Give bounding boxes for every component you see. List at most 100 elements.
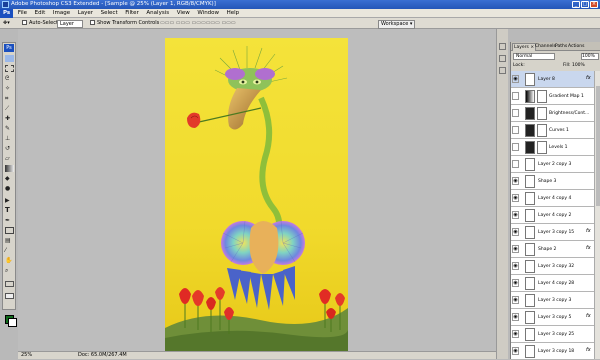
layer-row[interactable]: Gradient Map 1 bbox=[511, 88, 594, 105]
layers-list[interactable]: ◉ Layer 8 fx Gradient Map 1 Brightness/Cont.… bbox=[511, 71, 600, 360]
layer-row[interactable]: ◉ Layer 4 copy 28 bbox=[511, 275, 594, 292]
layer-row[interactable]: ◉ Layer 3 copy 15 fx bbox=[511, 224, 594, 241]
layer-row[interactable]: Levels 1 bbox=[511, 139, 594, 156]
visibility-eye-icon[interactable]: ◉ bbox=[512, 279, 519, 287]
visibility-eye-icon[interactable] bbox=[512, 126, 519, 134]
menu-edit[interactable]: Edit bbox=[32, 9, 49, 18]
layer-name: Layer 3 copy 3 bbox=[538, 298, 572, 303]
history-brush-icon[interactable]: ↺ bbox=[5, 145, 14, 152]
layer-row[interactable]: Layer 2 copy 3 bbox=[511, 156, 594, 173]
layer-row[interactable]: Curves 1 bbox=[511, 122, 594, 139]
slice-tool-icon[interactable]: ⟋ bbox=[5, 105, 14, 112]
eraser-tool-icon[interactable]: ▱ bbox=[5, 155, 14, 162]
layer-effects-icon[interactable]: fx bbox=[586, 347, 591, 353]
layer-row[interactable]: ◉ Shape 3 bbox=[511, 173, 594, 190]
workspace-button[interactable]: Workspace ▾ bbox=[378, 20, 416, 29]
layer-row[interactable]: ◉ Layer 3 copy 3 bbox=[511, 292, 594, 309]
visibility-eye-icon[interactable]: ◉ bbox=[512, 262, 519, 270]
app-menu-badge[interactable]: Ps bbox=[0, 9, 14, 18]
layer-row[interactable]: ◉ Shape 2 fx bbox=[511, 241, 594, 258]
layer-thumbnail bbox=[525, 124, 535, 137]
notes-tool-icon[interactable]: ▤ bbox=[5, 237, 14, 244]
layer-row[interactable]: ◉ Layer 4 copy 4 bbox=[511, 190, 594, 207]
layers-scroll-thumb[interactable] bbox=[596, 86, 600, 206]
eyedropper-tool-icon[interactable]: ⁄ bbox=[5, 247, 14, 254]
move-tool-icon[interactable]: ✥▾ bbox=[3, 20, 10, 27]
menu-select[interactable]: Select bbox=[98, 9, 121, 18]
shape-tool-icon[interactable] bbox=[5, 227, 14, 234]
menu-filter[interactable]: Filter bbox=[122, 9, 142, 18]
menu-layer[interactable]: Layer bbox=[75, 9, 96, 18]
visibility-eye-icon[interactable]: ◉ bbox=[512, 313, 519, 321]
dodge-tool-icon[interactable]: ● bbox=[5, 185, 14, 192]
visibility-eye-icon[interactable]: ◉ bbox=[512, 245, 519, 253]
blend-mode-select[interactable]: Normal bbox=[513, 53, 555, 60]
menu-window[interactable]: Window bbox=[194, 9, 222, 18]
layer-row[interactable]: Brightness/Cont... bbox=[511, 105, 594, 122]
healing-brush-icon[interactable]: ✚ bbox=[5, 115, 14, 122]
pen-tool-icon[interactable]: ✒ bbox=[5, 217, 14, 224]
visibility-eye-icon[interactable] bbox=[512, 160, 519, 168]
layer-effects-icon[interactable]: fx bbox=[586, 313, 591, 319]
background-color-swatch[interactable] bbox=[8, 318, 17, 327]
visibility-eye-icon[interactable]: ◉ bbox=[512, 330, 519, 338]
lasso-tool-icon[interactable]: ᘓ bbox=[5, 75, 14, 82]
layer-row[interactable]: ◉ Layer 3 copy 18 fx bbox=[511, 343, 594, 360]
path-selection-icon[interactable]: ▶ bbox=[5, 197, 14, 204]
layer-effects-icon[interactable]: fx bbox=[586, 75, 591, 81]
layer-row[interactable]: ◉ Layer 4 copy 2 bbox=[511, 207, 594, 224]
visibility-eye-icon[interactable]: ◉ bbox=[512, 177, 519, 185]
visibility-eye-icon[interactable]: ◉ bbox=[512, 75, 519, 83]
zoom-tool-icon[interactable]: ⌕ bbox=[5, 267, 14, 274]
document-size[interactable]: Doc: 65.0M/267.4M bbox=[78, 352, 127, 359]
quick-mask-icon[interactable] bbox=[5, 281, 14, 287]
blur-tool-icon[interactable]: ◆ bbox=[5, 175, 14, 182]
layer-row[interactable]: ◉ Layer 3 copy 25 bbox=[511, 326, 594, 343]
zoom-level[interactable]: 25% bbox=[21, 352, 32, 359]
auto-select-dropdown[interactable]: Layer bbox=[57, 20, 83, 28]
fill-field[interactable]: Fill: 100% bbox=[563, 62, 585, 69]
menu-help[interactable]: Help bbox=[224, 9, 243, 18]
auto-select-checkbox[interactable] bbox=[22, 20, 27, 25]
hand-tool-icon[interactable]: ✋ bbox=[5, 257, 14, 264]
brush-tool-icon[interactable]: ✎ bbox=[5, 125, 14, 132]
navigator-icon[interactable] bbox=[499, 43, 506, 50]
visibility-eye-icon[interactable]: ◉ bbox=[512, 228, 519, 236]
info-icon[interactable] bbox=[499, 67, 506, 74]
layer-row[interactable]: ◉ Layer 3 copy 5 fx bbox=[511, 309, 594, 326]
menu-file[interactable]: File bbox=[15, 9, 30, 18]
layer-effects-icon[interactable]: fx bbox=[586, 245, 591, 251]
layer-row[interactable]: ◉ Layer 8 fx bbox=[511, 71, 594, 88]
show-transform-checkbox[interactable] bbox=[90, 20, 95, 25]
minimize-button[interactable]: _ bbox=[572, 1, 580, 8]
layer-effects-icon[interactable]: fx bbox=[586, 228, 591, 234]
layers-scrollbar[interactable] bbox=[594, 71, 600, 359]
histogram-icon[interactable] bbox=[499, 55, 506, 62]
visibility-eye-icon[interactable]: ◉ bbox=[512, 211, 519, 219]
magic-wand-icon[interactable]: ✧ bbox=[5, 85, 14, 92]
visibility-eye-icon[interactable]: ◉ bbox=[512, 347, 519, 355]
maximize-button[interactable]: □ bbox=[581, 1, 589, 8]
move-tool-icon[interactable] bbox=[5, 55, 14, 62]
clone-stamp-icon[interactable]: ⊥ bbox=[5, 135, 14, 142]
screen-mode-icon[interactable] bbox=[5, 293, 14, 299]
menu-analysis[interactable]: Analysis bbox=[143, 9, 172, 18]
visibility-eye-icon[interactable] bbox=[512, 92, 519, 100]
close-button[interactable]: × bbox=[590, 1, 598, 8]
type-tool-icon[interactable]: T bbox=[5, 207, 14, 214]
menu-view[interactable]: View bbox=[174, 9, 193, 18]
tab-actions[interactable]: Actions bbox=[567, 43, 585, 50]
marquee-tool-icon[interactable] bbox=[5, 65, 14, 72]
gradient-tool-icon[interactable] bbox=[5, 165, 14, 172]
layer-row[interactable]: ◉ Layer 3 copy 32 bbox=[511, 258, 594, 275]
align-icons[interactable]: ▭▭▭ ▭▭▭ ▭▭▭▭▭▭ ▭▭▭ bbox=[160, 20, 236, 27]
tab-layers[interactable]: Layers × bbox=[512, 43, 537, 51]
visibility-eye-icon[interactable] bbox=[512, 143, 519, 151]
visibility-eye-icon[interactable] bbox=[512, 109, 519, 117]
visibility-eye-icon[interactable]: ◉ bbox=[512, 194, 519, 202]
crop-tool-icon[interactable]: ⌗ bbox=[5, 95, 14, 102]
visibility-eye-icon[interactable]: ◉ bbox=[512, 296, 519, 304]
document-canvas[interactable] bbox=[165, 38, 348, 351]
menu-image[interactable]: Image bbox=[50, 9, 73, 18]
opacity-field[interactable]: 100% bbox=[581, 53, 599, 60]
